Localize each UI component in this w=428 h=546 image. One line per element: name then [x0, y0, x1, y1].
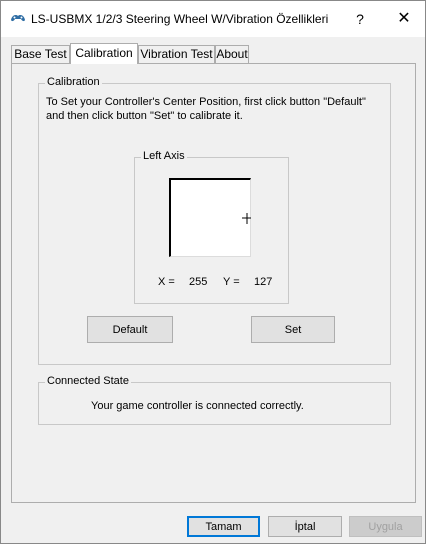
cancel-button[interactable]: İptal — [268, 516, 342, 537]
crosshair-icon — [242, 213, 251, 224]
x-value: 255 — [189, 276, 208, 288]
calibration-group-title: Calibration — [45, 76, 102, 88]
x-label: X = — [158, 276, 175, 288]
help-button[interactable]: ? — [339, 1, 381, 37]
y-value: 127 — [254, 276, 273, 288]
axis-position-box — [169, 178, 251, 257]
properties-dialog: LS-USBMX 1/2/3 Steering Wheel W/Vibratio… — [0, 0, 426, 544]
tab-calibration[interactable]: Calibration — [70, 43, 138, 64]
window-title: LS-USBMX 1/2/3 Steering Wheel W/Vibratio… — [31, 12, 329, 26]
tab-base-test[interactable]: Base Test — [11, 45, 70, 63]
game-controller-icon — [11, 15, 25, 22]
set-button[interactable]: Set — [251, 316, 335, 343]
connection-status-text: Your game controller is connected correc… — [91, 400, 304, 412]
title-bar[interactable]: LS-USBMX 1/2/3 Steering Wheel W/Vibratio… — [1, 1, 425, 37]
instructions-line-1: To Set your Controller's Center Position… — [46, 96, 366, 108]
default-button[interactable]: Default — [87, 316, 173, 343]
left-axis-title: Left Axis — [141, 150, 187, 162]
tab-vibration-test[interactable]: Vibration Test — [138, 45, 215, 63]
apply-button[interactable]: Uygula — [349, 516, 422, 537]
tab-about[interactable]: About — [215, 45, 249, 63]
close-button[interactable]: ✕ — [383, 1, 425, 37]
ok-button[interactable]: Tamam — [187, 516, 260, 537]
connected-state-title: Connected State — [45, 375, 131, 387]
y-label: Y = — [223, 276, 240, 288]
instructions-line-2: and then click button "Set" to calibrate… — [46, 110, 243, 122]
